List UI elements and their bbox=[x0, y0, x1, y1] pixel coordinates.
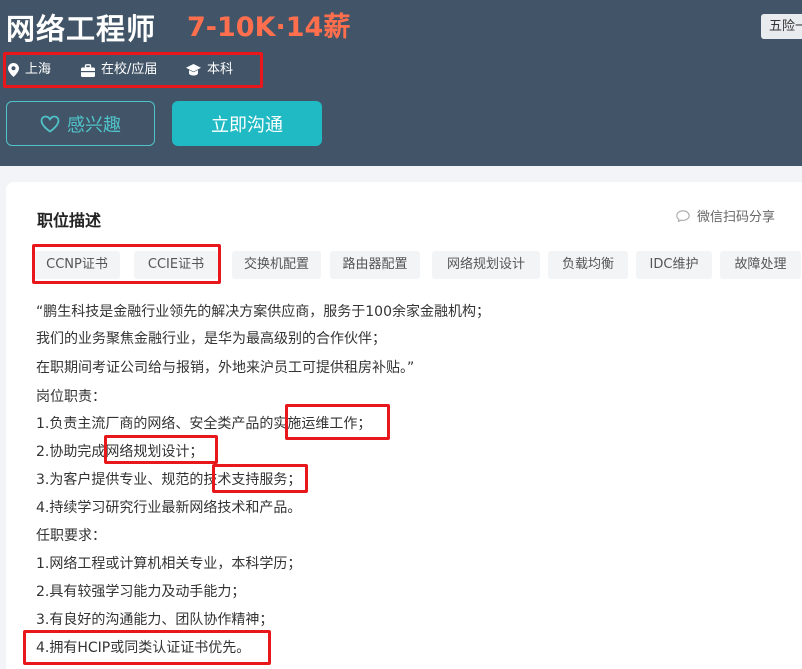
chat-now-button[interactable]: 立即沟通 bbox=[172, 101, 322, 146]
section-title: 职位描述 bbox=[37, 211, 102, 230]
requirement-location-label: 上海 bbox=[25, 62, 52, 77]
requirement-education-label: 本科 bbox=[207, 62, 234, 77]
description-line: 3.有良好的沟通能力、团队协作精神； bbox=[36, 612, 274, 628]
briefcase-icon bbox=[81, 63, 95, 77]
description-line: 1.负责主流厂商的网络、安全类产品的实施运维工作； bbox=[36, 416, 372, 432]
chat-now-button-label: 立即沟通 bbox=[211, 114, 283, 136]
graduation-cap-icon bbox=[186, 64, 201, 76]
job-title: 网络工程师 bbox=[6, 12, 157, 46]
requirement-location: 上海 bbox=[8, 61, 51, 79]
skill-tag[interactable]: 路由器配置 bbox=[330, 251, 420, 279]
requirement-experience-label: 在校/应届 bbox=[101, 62, 158, 77]
requirement-experience: 在校/应届 bbox=[81, 61, 157, 79]
description-line: 任职要求： bbox=[36, 528, 106, 544]
skill-tag[interactable]: 故障处理 bbox=[720, 251, 801, 279]
benefit-tag: 五险一金 bbox=[761, 14, 802, 39]
salary: 7-10K·14薪 bbox=[187, 12, 351, 43]
description-line: 4.拥有HCIP或同类认证证书优先。 bbox=[36, 640, 251, 656]
description-line: 2.协助完成网络规划设计； bbox=[36, 444, 204, 460]
description-line: 3.为客户提供专业、规范的技术支持服务； bbox=[36, 472, 302, 488]
job-description-card: 职位描述 微信扫码分享 CCNP证书 CCIE证书 交换机配置 路由器配置 网络… bbox=[6, 182, 802, 669]
job-header: 网络工程师 7-10K·14薪 五险一金 上海 在校/应届 本科 感兴趣 立即沟… bbox=[0, 0, 802, 166]
wechat-share-label: 微信扫码分享 bbox=[697, 210, 776, 225]
interest-button[interactable]: 感兴趣 bbox=[6, 101, 155, 146]
skill-tag[interactable]: 交换机配置 bbox=[232, 251, 321, 279]
requirement-education: 本科 bbox=[186, 61, 233, 79]
description-line: “鹏生科技是金融行业领先的解决方案供应商，服务于100余家金融机构； bbox=[36, 304, 490, 320]
skill-tag[interactable]: CCNP证书 bbox=[34, 251, 120, 279]
description-line: 在职期间考证公司给与报销，外地来沪员工可提供租房补贴。” bbox=[36, 360, 415, 376]
skill-tag[interactable]: CCIE证书 bbox=[134, 251, 218, 279]
chat-bubble-icon bbox=[676, 209, 690, 222]
description-line: 我们的业务聚焦金融行业，是华为最高级别的合作伙伴； bbox=[36, 331, 386, 347]
description-line: 岗位职责： bbox=[36, 389, 106, 405]
skill-tag[interactable]: 网络规划设计 bbox=[432, 251, 540, 279]
description-line: 4.持续学习研究行业最新网络技术和产品。 bbox=[36, 500, 302, 516]
wechat-share-link[interactable]: 微信扫码分享 bbox=[676, 206, 775, 225]
description-line: 2.具有较强学习能力及动手能力； bbox=[36, 584, 246, 600]
interest-button-label: 感兴趣 bbox=[67, 114, 121, 136]
skill-tag[interactable]: IDC维护 bbox=[636, 251, 712, 279]
description-line: 1.网络工程或计算机相关专业，本科学历； bbox=[36, 556, 302, 572]
location-pin-icon bbox=[8, 63, 19, 77]
heart-icon bbox=[40, 115, 60, 133]
skill-tag[interactable]: 负载均衡 bbox=[548, 251, 628, 279]
